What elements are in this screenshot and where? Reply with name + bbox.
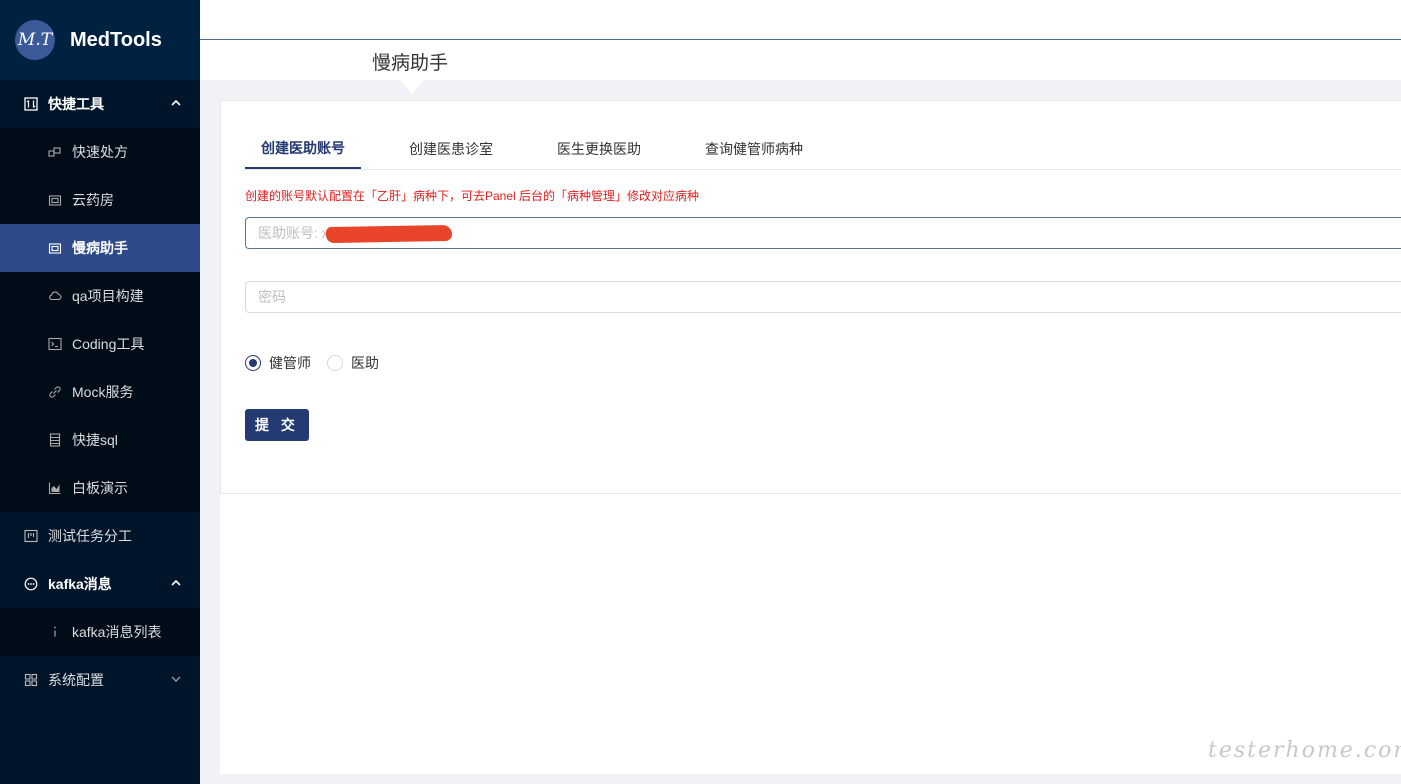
sidebar-item-qa-build[interactable]: qa项目构建 <box>0 272 200 320</box>
pharmacy-icon <box>48 193 62 207</box>
sidebar-item-label: 快捷sql <box>72 432 118 448</box>
sidebar: M.T MedTools 快捷工具 快速处方 云药房 慢病助手 qa项目构建 C… <box>0 0 200 784</box>
password-input[interactable]: 密码 <box>245 281 1401 313</box>
sidebar-item-label: 白板演示 <box>72 480 128 496</box>
account-input[interactable]: 医助账号: xx@ <box>245 217 1401 249</box>
form-card: 创建医助账号 创建医患诊室 医生更换医助 查询健管师病种 创建的账号默认配置在「… <box>220 100 1401 494</box>
app-logo[interactable]: M.T MedTools <box>0 0 200 80</box>
menu-group-quick-tools[interactable]: 快捷工具 <box>0 80 200 128</box>
watermark: testerhome.com <box>1208 738 1401 763</box>
message-icon <box>24 577 38 591</box>
logo-badge: M.T <box>15 20 55 60</box>
terminal-icon <box>48 337 62 351</box>
menu-group-label: kafka消息 <box>48 576 112 592</box>
menu-group-kafka[interactable]: kafka消息 <box>0 560 200 608</box>
sidebar-item-mock-service[interactable]: Mock服务 <box>0 368 200 416</box>
tab-create-assistant-account[interactable]: 创建医助账号 <box>245 129 361 169</box>
assistant-icon <box>48 241 62 255</box>
info-icon <box>48 625 62 639</box>
menu-group-system-config[interactable]: 系统配置 <box>0 656 200 704</box>
sidebar-item-quick-prescription[interactable]: 快速处方 <box>0 128 200 176</box>
chart-icon <box>48 481 62 495</box>
cloud-icon <box>48 289 62 303</box>
menu-group-label: 测试任务分工 <box>48 528 132 544</box>
radio-unchecked-icon[interactable] <box>327 355 343 371</box>
sidebar-item-label: 慢病助手 <box>72 240 128 256</box>
sidebar-item-label: Coding工具 <box>72 336 145 352</box>
sidebar-item-label: 云药房 <box>72 192 114 208</box>
content-area <box>220 494 1401 774</box>
menu-group-test-tasks[interactable]: 测试任务分工 <box>0 512 200 560</box>
sidebar-item-quick-sql[interactable]: 快捷sql <box>0 416 200 464</box>
radio-checked-icon[interactable] <box>245 355 261 371</box>
tab-doctor-change-assistant[interactable]: 医生更换医助 <box>541 129 657 169</box>
tab-create-consultation-room[interactable]: 创建医患诊室 <box>393 129 509 169</box>
sidebar-item-kafka-list[interactable]: kafka消息列表 <box>0 608 200 656</box>
sidebar-item-whiteboard[interactable]: 白板演示 <box>0 464 200 512</box>
sidebar-item-label: kafka消息列表 <box>72 624 162 640</box>
database-icon <box>48 433 62 447</box>
chevron-up-icon <box>171 579 181 586</box>
redaction-mark <box>325 224 453 244</box>
page-header: 慢病助手 <box>200 40 1401 94</box>
sidebar-item-coding-tools[interactable]: Coding工具 <box>0 320 200 368</box>
form-notice: 创建的账号默认配置在「乙肝」病种下，可去Panel 后台的「病种管理」修改对应病… <box>245 189 700 203</box>
radio-assistant[interactable]: 医助 <box>327 353 379 373</box>
tab-bar: 创建医助账号 创建医患诊室 医生更换医助 查询健管师病种 <box>245 129 1401 170</box>
menu-group-label: 系统配置 <box>48 672 104 688</box>
submit-button[interactable]: 提 交 <box>245 409 309 441</box>
chevron-down-icon <box>171 676 181 682</box>
sidebar-item-label: qa项目构建 <box>72 288 144 304</box>
page-header-pointer <box>400 80 424 94</box>
sidebar-item-label: 快速处方 <box>72 144 128 160</box>
board-icon <box>24 529 38 543</box>
radio-health-manager[interactable]: 健管师 <box>245 353 311 373</box>
tab-query-health-manager-disease[interactable]: 查询健管师病种 <box>689 129 819 169</box>
link-icon <box>48 385 62 399</box>
top-header <box>200 0 1401 40</box>
radio-label: 健管师 <box>269 355 311 371</box>
menu-group-label: 快捷工具 <box>48 96 104 112</box>
sidebar-item-label: Mock服务 <box>72 384 134 400</box>
appstore-icon <box>24 673 38 687</box>
password-placeholder: 密码 <box>258 289 286 305</box>
sidebar-item-chronic-assistant[interactable]: 慢病助手 <box>0 224 200 272</box>
role-radio-group: 健管师 医助 <box>245 353 395 373</box>
page-title: 慢病助手 <box>372 53 449 74</box>
radio-label: 医助 <box>351 355 379 371</box>
tool-icon <box>24 97 38 111</box>
prescription-icon <box>48 145 62 159</box>
chevron-up-icon <box>171 99 181 106</box>
sidebar-item-cloud-pharmacy[interactable]: 云药房 <box>0 176 200 224</box>
app-name: MedTools <box>70 28 162 51</box>
